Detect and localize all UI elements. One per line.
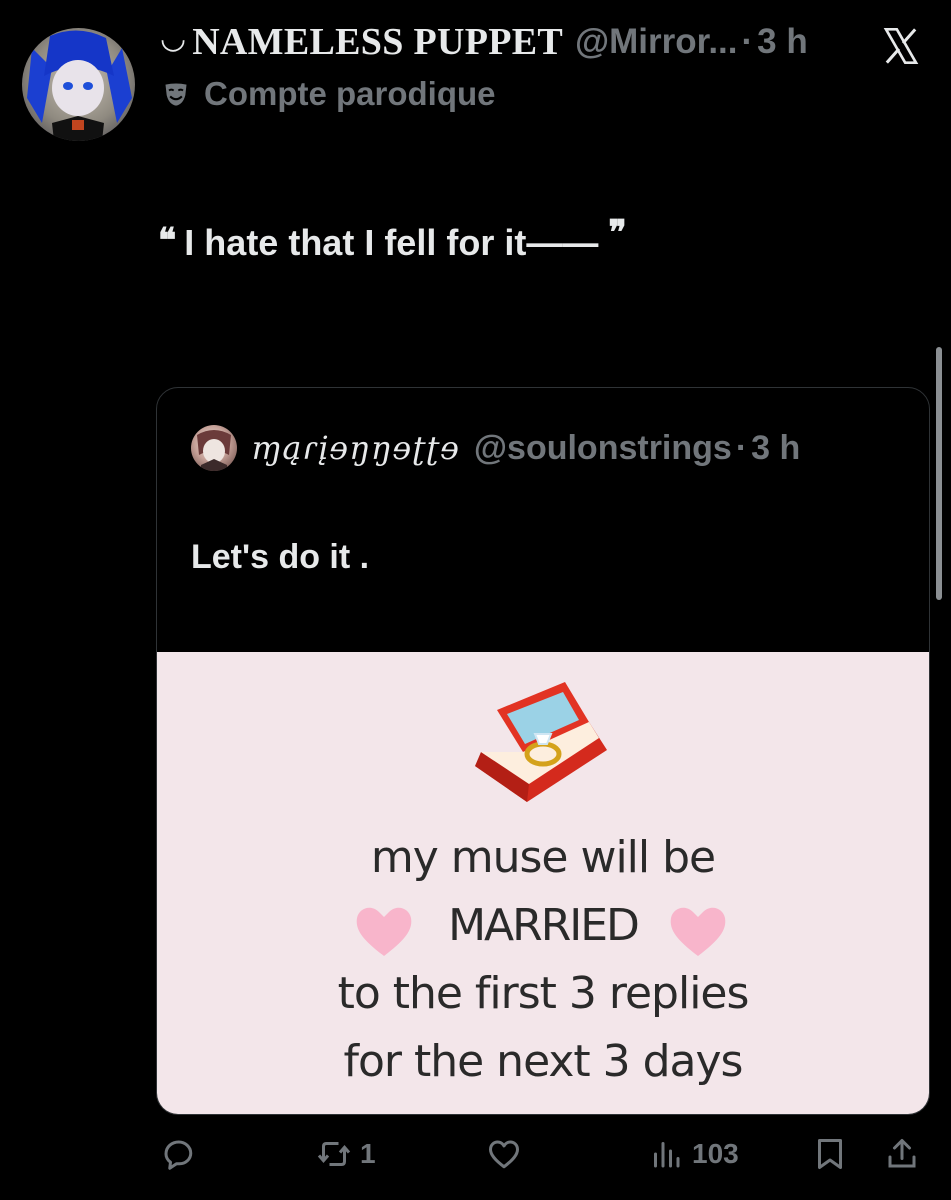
- quoted-separator-dot: ·: [735, 428, 748, 467]
- name-prefix: ◡: [160, 20, 187, 56]
- reply-icon: [164, 1140, 193, 1170]
- close-quote-mark: ❞: [608, 213, 627, 253]
- ring-box-icon: [475, 682, 607, 802]
- parody-badge: Compte parodique: [162, 72, 496, 116]
- repost-icon: [317, 1142, 351, 1166]
- quoted-post-time[interactable]: 3 h: [751, 429, 800, 468]
- x-logo-icon[interactable]: [880, 26, 922, 66]
- bookmark-button[interactable]: [812, 1136, 848, 1172]
- post-text-body: I hate that I fell for it——: [184, 222, 599, 263]
- repost-count: 1: [360, 1138, 376, 1169]
- open-quote-mark: ❝: [158, 221, 177, 261]
- reply-button[interactable]: [160, 1136, 204, 1172]
- scrollbar[interactable]: [936, 347, 942, 600]
- author-avatar[interactable]: [22, 28, 135, 141]
- author-handle[interactable]: @Mirror...: [575, 22, 738, 62]
- heart-icon: [670, 907, 726, 956]
- parody-label: Compte parodique: [204, 75, 496, 112]
- like-button[interactable]: [486, 1136, 530, 1172]
- author-display-name[interactable]: NAMELESS PUPPET: [192, 20, 563, 64]
- quoted-author-avatar[interactable]: [191, 425, 237, 471]
- views-count: 103: [692, 1138, 739, 1169]
- post-action-bar: 1 103: [0, 1130, 951, 1182]
- quoted-author-handle[interactable]: @soulonstrings: [474, 429, 732, 468]
- views-button[interactable]: 103: [648, 1136, 739, 1172]
- quoted-author-name[interactable]: ɱąɾįɘŋŋɘʈʈɘ: [251, 429, 460, 467]
- quoted-post-text: Let's do it .: [191, 538, 370, 576]
- meme-line-4: for the next 3 days: [343, 1036, 744, 1087]
- post-text: ❝ I hate that I fell for it—— ❞: [158, 213, 627, 264]
- meme-line-1: my muse will be: [370, 832, 716, 883]
- share-icon: [888, 1139, 916, 1168]
- like-icon: [489, 1140, 519, 1169]
- quoted-post-image[interactable]: my muse will be MARRIED to the first 3 r…: [157, 652, 929, 1114]
- parody-mask-icon: [165, 83, 187, 106]
- separator-dot: ·: [741, 22, 754, 61]
- bookmark-icon: [818, 1139, 842, 1169]
- views-icon: [654, 1142, 680, 1168]
- repost-button[interactable]: 1: [316, 1136, 376, 1172]
- quoted-post-card[interactable]: ɱąɾįɘŋŋɘʈʈɘ @soulonstrings · 3 h Let's d…: [156, 387, 930, 1115]
- meme-line-3: to the first 3 replies: [337, 968, 750, 1019]
- author-header: ◡ NAMELESS PUPPET @Mirror... · 3 h: [160, 20, 808, 64]
- quoted-post-header: ɱąɾįɘŋŋɘʈʈɘ @soulonstrings · 3 h: [191, 424, 800, 472]
- meme-line-2: MARRIED: [448, 900, 640, 951]
- share-button[interactable]: [884, 1136, 920, 1172]
- post-time[interactable]: 3 h: [757, 22, 808, 62]
